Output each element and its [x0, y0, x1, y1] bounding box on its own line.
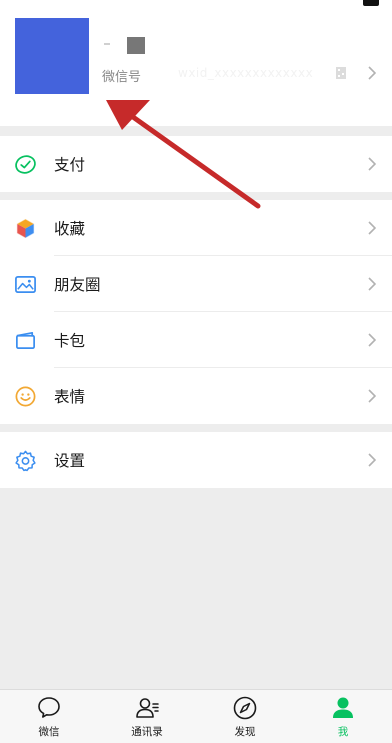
tab-me[interactable]: 我	[294, 690, 392, 743]
tab-label: 微信	[38, 726, 60, 738]
moments-picture-icon	[15, 275, 36, 294]
discover-compass-icon	[233, 696, 257, 720]
contacts-person-icon	[136, 698, 159, 718]
menu-item-label: 支付	[54, 156, 86, 174]
menu-item-label: 朋友圈	[54, 276, 101, 294]
menu-item-moments[interactable]: 朋友圈	[0, 256, 392, 312]
menu-item-pay[interactable]: 支付	[0, 136, 392, 192]
chat-bubble-icon	[38, 697, 60, 718]
features-section: 收藏 朋友圈 卡包 表情	[0, 200, 392, 424]
sticker-smile-icon	[15, 386, 36, 407]
menu-item-cards[interactable]: 卡包	[0, 312, 392, 368]
card-wallet-icon	[16, 331, 35, 350]
chevron-right-icon	[368, 221, 376, 235]
chevron-right-icon	[368, 157, 376, 171]
pay-section: 支付	[0, 136, 392, 192]
tab-label: 我	[337, 726, 349, 738]
chevron-right-icon	[368, 333, 376, 347]
camera-icon[interactable]	[362, 0, 380, 6]
avatar[interactable]	[15, 18, 89, 94]
nickname-redacted	[127, 37, 145, 54]
wechat-id-value: wxid_xxxxxxxxxxxxx	[178, 66, 314, 80]
tab-discover[interactable]: 发现	[196, 690, 294, 743]
menu-item-label: 卡包	[54, 332, 86, 350]
tab-label: 通讯录	[131, 726, 163, 738]
menu-item-settings[interactable]: 设置	[0, 432, 392, 488]
tab-contacts[interactable]: 通讯录	[98, 690, 196, 743]
qr-code-icon[interactable]	[336, 67, 346, 79]
me-person-icon	[333, 697, 353, 718]
menu-item-stickers[interactable]: 表情	[0, 368, 392, 424]
nickname-mark	[104, 43, 110, 45]
menu-item-label: 设置	[54, 452, 86, 470]
chevron-right-icon	[368, 389, 376, 403]
tab-label: 发现	[234, 726, 256, 738]
menu-item-favorites[interactable]: 收藏	[0, 200, 392, 256]
menu-item-label: 表情	[54, 388, 86, 406]
tab-bar: 微信 通讯录 发现 我	[0, 689, 392, 743]
wechat-id-label: 微信号	[102, 70, 142, 85]
pay-check-icon	[15, 155, 36, 174]
menu-item-label: 收藏	[54, 220, 86, 238]
settings-section: 设置	[0, 432, 392, 488]
chevron-right-icon	[368, 66, 376, 80]
profile-header[interactable]: 微信号 wxid_xxxxxxxxxxxxx	[0, 0, 392, 126]
chevron-right-icon	[368, 453, 376, 467]
favorites-cube-icon	[16, 218, 35, 239]
chevron-right-icon	[368, 277, 376, 291]
tab-chats[interactable]: 微信	[0, 690, 98, 743]
settings-gear-icon	[15, 450, 36, 472]
